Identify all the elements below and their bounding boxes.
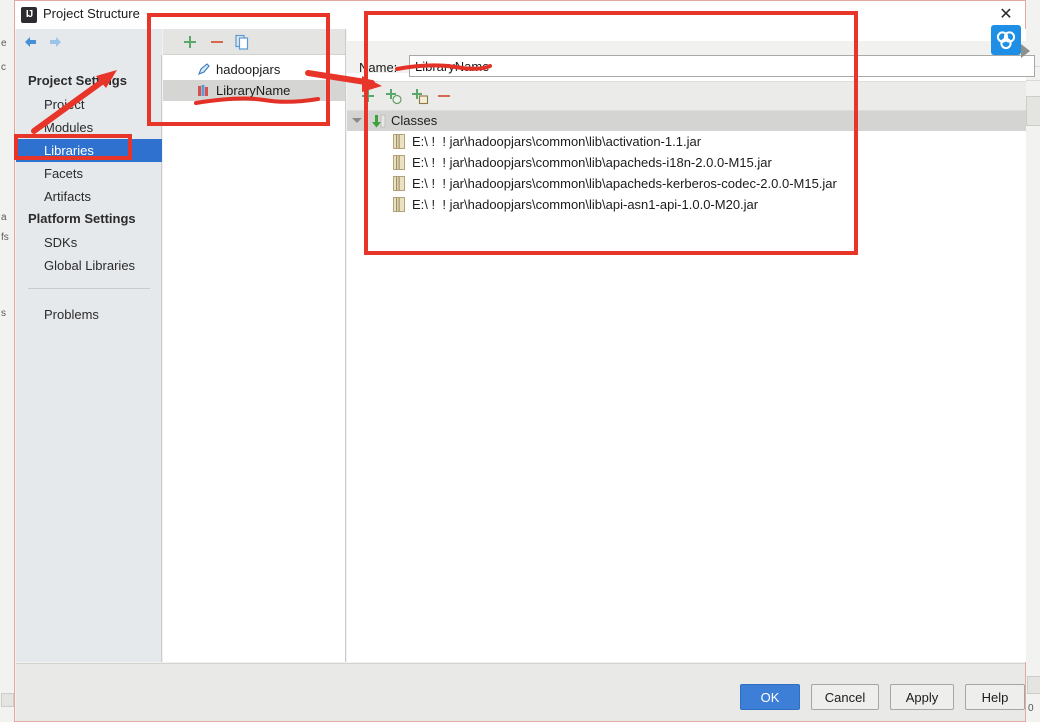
apply-button[interactable]: Apply [890,684,954,710]
plus-icon[interactable] [181,33,199,51]
background-editor-right: 0 [1026,0,1040,722]
classes-group-label: Classes [391,113,438,128]
copy-icon[interactable] [233,33,251,51]
bg-chip [1,693,14,707]
bg-letter: fs [1,232,9,243]
library-name-row: Name: [347,41,1035,77]
bg-letter: e [1,38,7,49]
sidebar-divider [28,288,150,289]
chevron-down-icon[interactable] [352,118,362,123]
intellij-idea-icon: IJ [21,7,37,23]
jar-path: E:\ ! ! jar\hadoopjars\common\lib\apache… [412,155,772,170]
sidebar-item-artifacts[interactable]: Artifacts [16,185,162,208]
classes-down-arrow-icon [371,113,387,129]
arrow-right-icon[interactable] [46,33,64,51]
list-item-label: LibraryName [216,83,291,98]
settings-sidebar: Project Settings Project Modules Librari… [16,55,162,662]
library-name-input[interactable] [409,55,1035,77]
table-row[interactable]: E:\ ! ! jar\hadoopjars\common\lib\api-as… [347,194,1026,215]
sidebar-group-project-settings: Project Settings [28,73,127,88]
screenshot-root: e c a fs s 0 IJ Project Structure ✕ Proj… [0,0,1040,722]
library-details-panel: Name: LibraryName Classes E:\ ! ! jar\ha… [347,29,1035,662]
sidebar-group-platform-settings: Platform Settings [28,211,136,226]
table-row[interactable]: E:\ ! ! jar\hadoopjars\common\lib\apache… [347,152,1026,173]
table-row[interactable]: E:\ ! ! jar\hadoopjars\common\lib\activa… [347,131,1026,152]
sidebar-item-sdks[interactable]: SDKs [16,231,162,254]
project-structure-dialog: IJ Project Structure ✕ Project Settings … [14,0,1035,722]
plus-icon[interactable] [359,87,377,105]
jar-file-icon [393,134,405,149]
bg-letter: c [1,62,6,73]
jar-file-icon [393,176,405,191]
list-item[interactable]: hadoopjars [163,59,345,80]
dialog-button-bar: OK Cancel Apply Help [16,663,1025,721]
sidebar-item-project[interactable]: Project [16,93,162,116]
dialog-title: Project Structure [43,6,140,21]
ok-button[interactable]: OK [740,684,800,710]
help-button[interactable]: Help [965,684,1025,710]
library-roots-toolbar [347,81,1026,111]
library-list-toolbar [163,29,345,55]
list-item-label: hadoopjars [216,62,281,77]
baidu-cloud-badge[interactable] [991,25,1021,55]
name-label: Name: [359,60,398,75]
badge-tail-icon [1021,44,1030,58]
jar-path: E:\ ! ! jar\hadoopjars\common\lib\api-as… [412,197,759,212]
bg-number: 0 [1028,703,1034,714]
sidebar-item-global-libraries[interactable]: Global Libraries [16,254,162,277]
plus-box-icon[interactable] [411,87,429,105]
bg-letter: a [1,212,7,223]
table-row[interactable]: E:\ ! ! jar\hadoopjars\common\lib\apache… [347,173,1026,194]
minus-icon[interactable] [435,87,453,105]
navigation-bar [16,29,162,55]
library-pen-icon [196,62,211,77]
cancel-button[interactable]: Cancel [811,684,879,710]
plus-circle-icon[interactable] [385,87,403,105]
sidebar-item-libraries[interactable]: Libraries [16,139,162,162]
library-books-icon [196,83,211,98]
classes-group-header[interactable]: Classes [347,111,1026,131]
jar-file-icon [393,197,405,212]
minus-icon[interactable] [208,33,226,51]
jar-path: E:\ ! ! jar\hadoopjars\common\lib\apache… [412,176,837,191]
close-icon[interactable]: ✕ [995,5,1017,25]
sidebar-item-facets[interactable]: Facets [16,162,162,185]
bg-letter: s [1,308,6,319]
sidebar-item-modules[interactable]: Modules [16,116,162,139]
sidebar-item-problems[interactable]: Problems [16,303,162,326]
jar-path: E:\ ! ! jar\hadoopjars\common\lib\activa… [412,134,702,149]
jar-file-icon [393,155,405,170]
arrow-left-icon[interactable] [22,33,40,51]
library-list-panel: hadoopjars LibraryName [163,29,346,662]
list-item[interactable]: LibraryName [163,80,345,101]
dialog-titlebar: IJ Project Structure ✕ [15,1,1025,29]
background-editor-left: e c a fs s [0,0,15,722]
